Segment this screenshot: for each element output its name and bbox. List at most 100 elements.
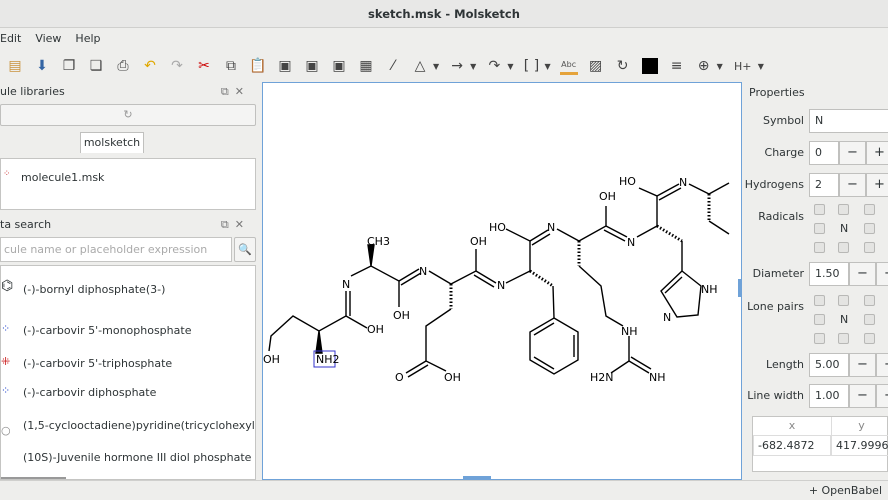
- print-icon[interactable]: ⎙: [114, 57, 132, 75]
- radical-checkbox[interactable]: [838, 204, 849, 215]
- hatch-icon[interactable]: ▨: [587, 57, 605, 75]
- chevron-down-icon[interactable]: ▼: [717, 62, 723, 71]
- list-item[interactable]: (10S)-Juvenile hormone III diol phosphat…: [23, 451, 251, 464]
- chevron-down-icon[interactable]: ▼: [507, 62, 513, 71]
- copy-icon[interactable]: ⧉: [222, 57, 240, 75]
- canvas-resize-handle[interactable]: [463, 476, 491, 479]
- chevron-down-icon[interactable]: ▼: [758, 62, 764, 71]
- panel-title: ule libraries: [0, 85, 65, 98]
- list-item[interactable]: (-)-carbovir 5'-triphosphate: [23, 357, 172, 370]
- lone-pair-checkbox[interactable]: [864, 295, 875, 306]
- radical-checkbox[interactable]: [864, 242, 875, 253]
- charge-decrement-button[interactable]: −: [839, 141, 866, 165]
- lone-pair-checkbox[interactable]: [864, 314, 875, 325]
- export-icon[interactable]: ❏: [87, 57, 105, 75]
- panel-controls[interactable]: ⧉✕: [221, 215, 250, 235]
- chevron-down-icon[interactable]: ▼: [544, 62, 550, 71]
- canvas-resize-handle[interactable]: [738, 279, 741, 297]
- new-icon[interactable]: ❐: [60, 57, 78, 75]
- diameter-input[interactable]: 1.50: [809, 262, 849, 286]
- panel-title: ta search: [0, 218, 52, 231]
- atom-label: NH: [649, 371, 666, 384]
- scrollbar[interactable]: [255, 296, 256, 321]
- radical-checkbox[interactable]: [864, 204, 875, 215]
- length-increment-button[interactable]: +: [876, 353, 888, 377]
- menu-view[interactable]: View: [35, 28, 61, 50]
- line-width-decrement-button[interactable]: −: [849, 384, 876, 408]
- align-middle-icon[interactable]: ▣: [303, 57, 321, 75]
- lone-pair-checkbox[interactable]: [814, 333, 825, 344]
- hydrogens-label: Hydrogens: [744, 178, 804, 191]
- lone-pair-checkbox[interactable]: [864, 333, 875, 344]
- hydrogens-decrement-button[interactable]: −: [839, 173, 866, 197]
- panel-controls[interactable]: ⧉✕: [221, 82, 250, 102]
- open-icon[interactable]: ▤: [6, 57, 24, 75]
- charge-icon[interactable]: ⊕: [695, 57, 713, 75]
- hydrogen-button[interactable]: H+: [732, 57, 754, 75]
- paste-icon[interactable]: 📋: [249, 57, 267, 75]
- center-atom-label: N: [840, 222, 849, 235]
- curved-arrow-icon[interactable]: ↷: [485, 57, 503, 75]
- search-button[interactable]: 🔍: [234, 237, 256, 262]
- cut-icon[interactable]: ✂: [195, 57, 213, 75]
- chevron-down-icon[interactable]: ▼: [470, 62, 476, 71]
- atom-label: OH: [367, 323, 384, 336]
- line-width-input[interactable]: 1.00: [809, 384, 849, 408]
- list-item[interactable]: (1,5-cyclooctadiene)pyridine(tricyclohex…: [23, 419, 255, 432]
- align-bottom-icon[interactable]: ▣: [330, 57, 348, 75]
- radical-checkbox[interactable]: [814, 242, 825, 253]
- bracket-icon[interactable]: [ ]: [522, 57, 540, 75]
- drawing-canvas[interactable]: OH NH2 N OH CH3 OH N O OH OH N HO N NH H…: [262, 82, 742, 480]
- diameter-decrement-button[interactable]: −: [849, 262, 876, 286]
- length-decrement-button[interactable]: −: [849, 353, 876, 377]
- atom-label: N: [547, 221, 555, 234]
- lone-pair-checkbox[interactable]: [814, 295, 825, 306]
- diameter-increment-button[interactable]: +: [876, 262, 888, 286]
- line-width-icon[interactable]: ≡: [668, 57, 686, 75]
- line-width-increment-button[interactable]: +: [876, 384, 888, 408]
- list-item[interactable]: (-)-carbovir 5'-monophosphate: [23, 324, 191, 337]
- radical-checkbox[interactable]: [814, 204, 825, 215]
- text-icon[interactable]: Abc: [559, 57, 578, 75]
- hydrogens-input[interactable]: 2: [809, 173, 839, 197]
- align-grid-icon[interactable]: ▦: [357, 57, 375, 75]
- search-input[interactable]: cule name or placeholder expression: [0, 237, 232, 262]
- arrow-icon[interactable]: →: [448, 57, 466, 75]
- menu-edit[interactable]: Edit: [0, 28, 21, 50]
- undo-icon[interactable]: ↶: [141, 57, 159, 75]
- lone-pair-checkbox[interactable]: [838, 295, 849, 306]
- list-item[interactable]: (-)-bornyl diphosphate(3-): [23, 283, 165, 296]
- color-icon[interactable]: [641, 57, 659, 75]
- lone-pair-checkbox[interactable]: [838, 333, 849, 344]
- tab-molsketch[interactable]: molsketch: [80, 132, 144, 153]
- length-input[interactable]: 5.00: [809, 353, 849, 377]
- center-atom-label: N: [840, 313, 849, 326]
- radical-checkbox[interactable]: [814, 223, 825, 234]
- list-item[interactable]: (-)-carbovir diphosphate: [23, 386, 156, 399]
- charge-increment-button[interactable]: +: [866, 141, 888, 165]
- list-item[interactable]: molecule1.msk: [21, 171, 104, 184]
- x-coordinate-cell[interactable]: -682.4872: [753, 435, 831, 456]
- symbol-label: Symbol: [763, 114, 804, 127]
- toolbar: ▤ ⬇ ❐ ❏ ⎙ ↶ ↷ ✂ ⧉ 📋 ▣ ▣ ▣ ▦ ⁄ △ ▼ → ▼ ↷ ▼ […: [0, 50, 888, 82]
- atom-label: OH: [444, 371, 461, 384]
- atom-label: O: [395, 371, 404, 384]
- hydrogens-increment-button[interactable]: +: [866, 173, 888, 197]
- menu-help[interactable]: Help: [75, 28, 100, 50]
- save-icon[interactable]: ⬇: [33, 57, 51, 75]
- chevron-down-icon[interactable]: ▼: [433, 62, 439, 71]
- redo-icon[interactable]: ↷: [168, 57, 186, 75]
- y-coordinate-cell[interactable]: 417.9996: [831, 435, 888, 456]
- lone-pair-checkbox[interactable]: [814, 314, 825, 325]
- atom-label: OH: [599, 190, 616, 203]
- rotate-icon[interactable]: ↻: [614, 57, 632, 75]
- charge-input[interactable]: 0: [809, 141, 839, 165]
- symbol-input[interactable]: N: [809, 109, 888, 133]
- radical-checkbox[interactable]: [838, 242, 849, 253]
- align-top-icon[interactable]: ▣: [276, 57, 294, 75]
- refresh-button[interactable]: ↻: [0, 104, 256, 126]
- radical-checkbox[interactable]: [864, 223, 875, 234]
- draw-bond-icon[interactable]: ⁄: [384, 57, 402, 75]
- ring-icon[interactable]: △: [411, 57, 429, 75]
- charge-label: Charge: [764, 146, 804, 159]
